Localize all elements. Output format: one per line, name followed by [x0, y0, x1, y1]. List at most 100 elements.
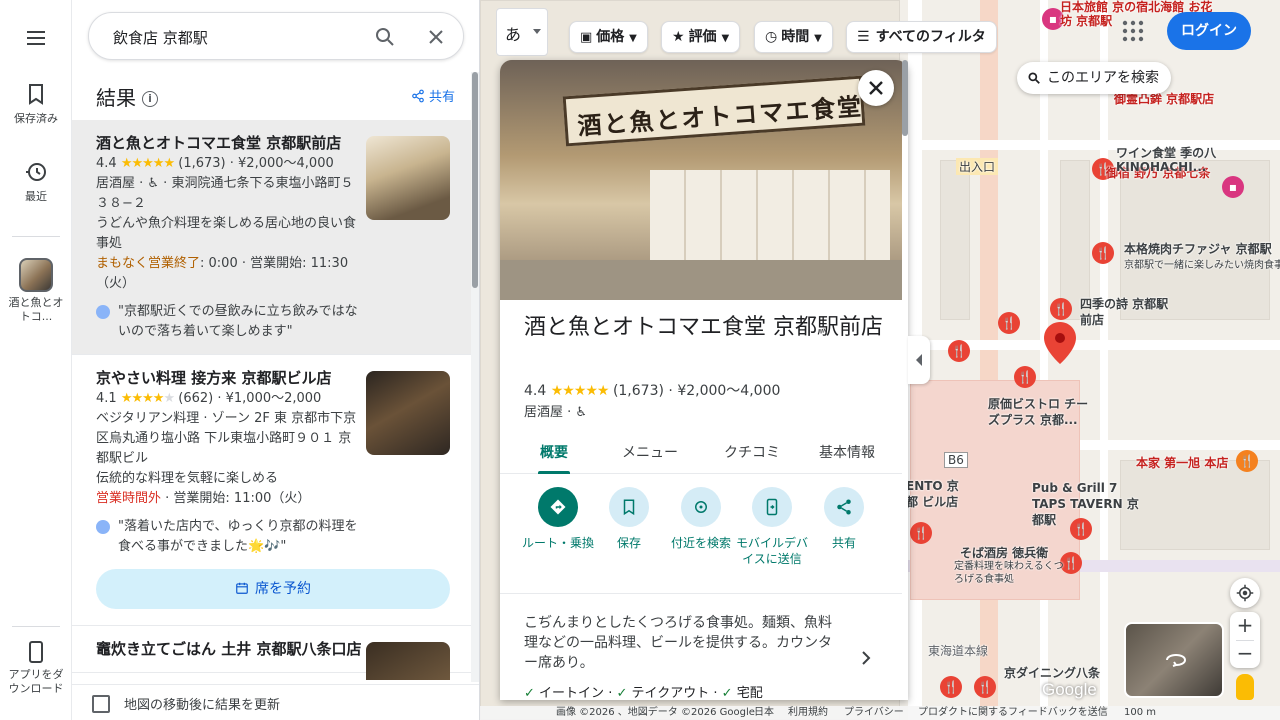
bookmark-icon — [29, 84, 43, 105]
place-review-count[interactable]: (1,673) — [613, 383, 664, 399]
restaurant-pin-icon[interactable]: 🍴 — [998, 312, 1020, 334]
update-results-toggle[interactable]: 地図の移動後に結果を更新 — [72, 684, 479, 720]
restaurant-pin-icon[interactable]: 🍴 — [940, 676, 962, 698]
pegman-icon[interactable] — [1236, 674, 1254, 700]
recent-place-button[interactable]: 酒と魚とオトコ... — [0, 258, 72, 324]
price-filter-label: 価格 — [596, 29, 625, 45]
selected-place-pin-icon[interactable] — [1044, 322, 1076, 364]
street-view-thumbnail[interactable] — [1124, 622, 1224, 698]
result-photo[interactable] — [366, 136, 450, 220]
search-icon[interactable] — [373, 25, 397, 49]
feedback-link[interactable]: プロダクトに関するフィードバックを送信 — [918, 706, 1108, 720]
result-review: "京都駅近くでの昼飲みに立ち飲みではないので落ち着いて楽しめます" — [96, 302, 362, 342]
place-price: ¥2,000〜4,000 — [677, 383, 781, 399]
rating-filter-chip[interactable]: ★ 評価 ▼ — [661, 21, 741, 53]
results-panel: 結果 i 共有 酒と魚とオトコマエ食堂 京都駅前店 4.4 ★★★★★ (1,67… — [72, 0, 480, 720]
hamburger-icon — [27, 31, 45, 45]
login-button[interactable]: ログイン — [1167, 12, 1251, 50]
results-scrollbar[interactable] — [471, 72, 479, 682]
service-delivery: 宅配 — [736, 686, 763, 700]
close-card-button[interactable] — [858, 70, 894, 106]
search-nearby-label: 付近を検索 — [670, 536, 731, 550]
share-results-button[interactable]: 共有 — [411, 86, 455, 105]
restaurant-pin-icon[interactable]: 🍴 — [910, 522, 932, 544]
restaurant-pin-icon[interactable]: 🍴 — [948, 340, 970, 362]
update-results-checkbox[interactable] — [92, 695, 110, 713]
map-label: B6 — [944, 452, 968, 468]
tab-about[interactable]: 基本情報 — [819, 442, 875, 462]
result-name: 竈炊き立てごはん 土井 京都駅八条口店 — [96, 640, 362, 658]
result-name: 酒と魚とオトコマエ食堂 京都駅前店 — [96, 134, 342, 152]
nearby-icon — [695, 501, 707, 513]
star-icon: ★ — [672, 29, 685, 45]
check-icon: ✓ — [524, 686, 535, 700]
terms-link[interactable]: 利用規約 — [788, 706, 828, 720]
star-rating-icon: ★★★★★ — [120, 391, 175, 406]
price-filter-chip[interactable]: ▣ 価格 ▼ — [569, 21, 648, 53]
country-link[interactable]: 日本 — [754, 706, 774, 720]
check-icon: ✓ — [721, 686, 733, 700]
language-toggle[interactable]: あ — [496, 8, 548, 56]
zoom-out-button[interactable]: − — [1230, 640, 1260, 668]
result-review-count: (1,673) — [178, 156, 226, 171]
search-nearby-button[interactable]: 付近を検索 — [664, 487, 738, 551]
restaurant-pin-icon[interactable]: 🍴 — [974, 676, 996, 698]
result-photo[interactable] — [366, 371, 450, 455]
place-details-card: 酒と魚とオトコマエ食堂 酒と魚とオトコマエ食堂 京都駅前店 4.4 ★★★★★ … — [500, 60, 908, 700]
download-app-button[interactable]: アプリをダウンロード — [0, 640, 72, 696]
rotate-360-icon — [1166, 653, 1187, 667]
result-item[interactable]: 京やさい料理 接方来 京都駅ビル店 4.1 ★★★★★ (662) · ¥1,0… — [72, 355, 472, 626]
attribution-bar: 画像 ©2026 、地図データ ©2026 Google 日本 利用規約 プライ… — [480, 706, 1280, 720]
result-item[interactable]: 酒と魚とオトコマエ食堂 京都駅前店 4.4 ★★★★★ (1,673) · ¥2… — [72, 120, 472, 355]
tab-menu[interactable]: メニュー — [622, 442, 678, 462]
search-this-area-button[interactable]: このエリアを検索 — [1017, 62, 1171, 94]
reserve-button[interactable]: 席を予約 — [96, 569, 450, 609]
sidewalk — [500, 260, 902, 300]
clear-icon[interactable] — [424, 25, 448, 49]
restaurant-pin-icon[interactable]: 🍴 — [1236, 450, 1258, 472]
service-takeout: テイクアウト — [631, 686, 710, 700]
restaurant-pin-icon[interactable]: 🍴 — [1050, 298, 1072, 320]
privacy-link[interactable]: プライバシー — [844, 706, 904, 720]
result-photo[interactable] — [366, 642, 450, 680]
menu-button[interactable] — [0, 26, 72, 54]
tab-reviews[interactable]: クチコミ — [724, 442, 780, 462]
reserve-label: 席を予約 — [255, 581, 311, 597]
search-box — [88, 12, 464, 60]
results-scrollbar-thumb[interactable] — [472, 72, 478, 288]
result-review-count: (662) — [178, 391, 214, 406]
send-to-phone-button[interactable]: モバイルデバイスに送信 — [735, 487, 809, 567]
map-label: 東海道本線 — [928, 644, 989, 658]
tab-overview[interactable]: 概要 — [540, 442, 568, 462]
apps-grid-icon[interactable] — [1122, 20, 1144, 42]
reviewer-avatar — [96, 520, 110, 534]
result-name: 京やさい料理 接方来 京都駅ビル店 — [96, 369, 332, 387]
place-category: 居酒屋 · ♿ — [524, 405, 588, 420]
directions-button[interactable]: ルート・乗換 — [521, 487, 595, 551]
star-rating-icon: ★★★★★ — [550, 383, 610, 399]
map-label: 四季の詩 京都駅前店 — [1080, 297, 1169, 327]
hotel-pin-icon[interactable]: ▪ — [1222, 176, 1244, 198]
collapse-panel-button[interactable] — [908, 336, 930, 384]
save-button[interactable]: 保存 — [592, 487, 666, 551]
place-hero-photo[interactable]: 酒と魚とオトコマエ食堂 — [500, 60, 902, 300]
restaurant-pin-icon[interactable]: 🍴 — [1092, 242, 1114, 264]
map-label: そば酒房 徳兵衛 — [960, 546, 1049, 560]
restaurant-pin-icon[interactable]: 🍴 — [1014, 366, 1036, 388]
info-icon[interactable]: i — [142, 91, 158, 107]
close-icon — [869, 81, 883, 95]
my-location-button[interactable] — [1230, 578, 1260, 608]
time-filter-chip[interactable]: ◷ 時間 ▼ — [754, 21, 833, 53]
chevron-right-icon[interactable] — [856, 648, 876, 668]
result-description: 伝統的な料理を気軽に楽しめる — [96, 471, 279, 486]
recent-button[interactable]: 最近 — [0, 160, 72, 204]
all-filters-chip[interactable]: ☰ すべてのフィルタ — [846, 21, 997, 53]
search-input[interactable] — [113, 25, 363, 49]
tune-icon: ☰ — [857, 29, 870, 45]
saved-button[interactable]: 保存済み — [0, 82, 72, 126]
result-item[interactable]: 竈炊き立てごはん 土井 京都駅八条口店 — [72, 626, 472, 680]
scale-label: 100 m — [1124, 707, 1157, 718]
zoom-in-button[interactable]: + — [1230, 612, 1260, 640]
share-button[interactable]: 共有 — [807, 487, 881, 551]
card-scrollbar-thumb[interactable] — [902, 60, 908, 136]
